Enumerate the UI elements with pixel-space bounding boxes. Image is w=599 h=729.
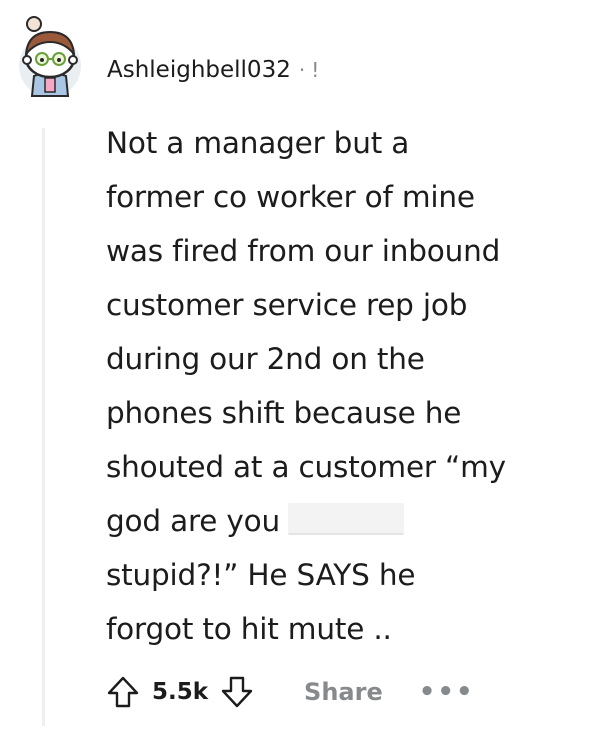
- comment-line: was fired from our inbound: [106, 234, 501, 268]
- comment-line-redacted: god are you: [106, 494, 576, 548]
- comment-line: shouted at a customer “my: [106, 450, 506, 484]
- comment-body: Not a manager but a former co worker of …: [106, 116, 576, 656]
- thread-line[interactable]: [42, 128, 45, 726]
- comment-header: Ashleighbell032 · !: [107, 57, 319, 83]
- comment-line: during our 2nd on the: [106, 342, 425, 376]
- comment-line: stupid?!” He SAYS he: [106, 558, 416, 592]
- comment-line: Not a manager but a: [106, 126, 410, 160]
- downvote-arrow-icon[interactable]: [218, 673, 256, 711]
- vote-score: 5.5k: [152, 679, 209, 705]
- share-button[interactable]: Share: [304, 678, 383, 706]
- comment-line: customer service rep job: [106, 288, 468, 322]
- comment-line: forgot to hit mute ..: [106, 612, 392, 646]
- user-avatar[interactable]: [12, 14, 84, 100]
- more-options-button[interactable]: •••: [419, 677, 475, 707]
- separator-dot: ·: [298, 58, 306, 82]
- comment-actions: 5.5k Share •••: [104, 668, 475, 716]
- redaction-box: [287, 503, 404, 535]
- flair-mark: !: [311, 58, 320, 82]
- comment-line: phones shift because he: [106, 396, 462, 430]
- upvote-arrow-icon[interactable]: [104, 673, 142, 711]
- comment-line-text: god are you: [106, 504, 280, 538]
- comment-line: former co worker of mine: [106, 180, 475, 214]
- author-name[interactable]: Ashleighbell032: [107, 57, 291, 83]
